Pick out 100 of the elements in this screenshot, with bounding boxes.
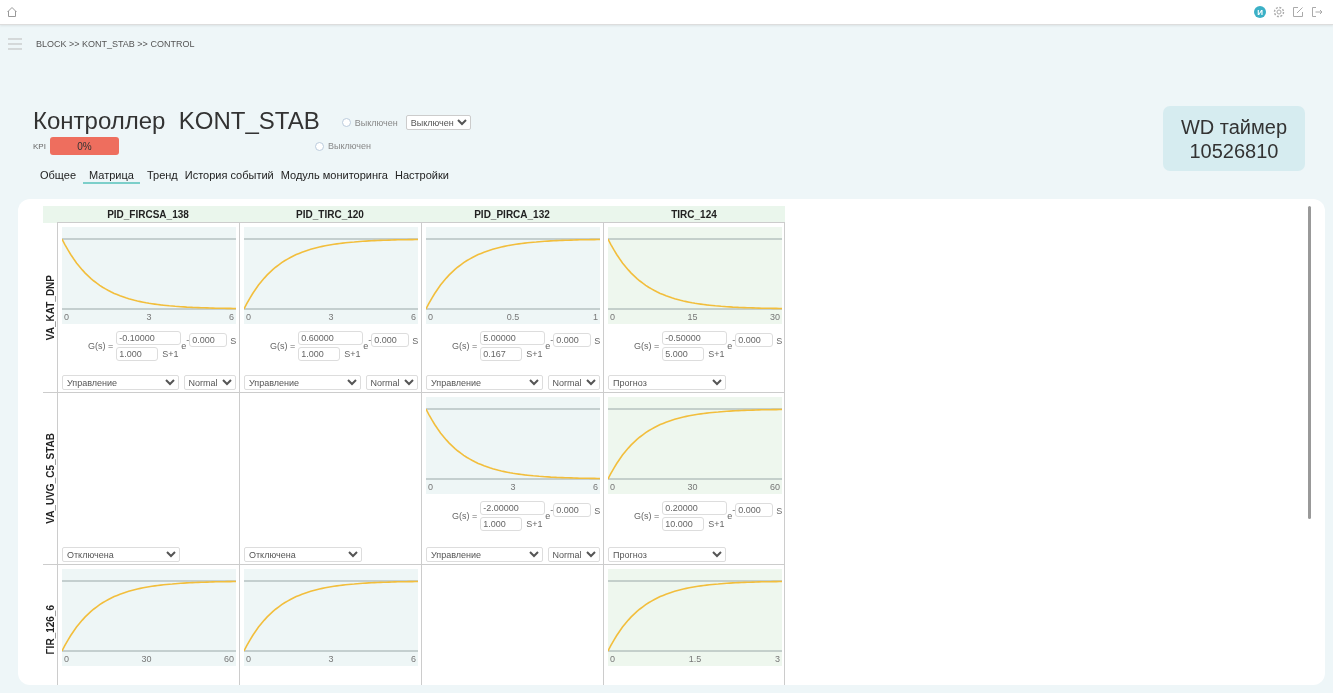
formula-text: e xyxy=(727,341,733,351)
settings-icon[interactable] xyxy=(1273,6,1285,18)
formula-text: S+1 xyxy=(344,349,361,359)
formula-text: S+1 xyxy=(708,519,725,529)
formula-text: S xyxy=(230,336,237,346)
row-header: ΓIR_126_6 xyxy=(44,605,56,655)
formula-text: - xyxy=(732,335,736,345)
delay-field[interactable]: 0.000 xyxy=(553,503,592,517)
wd-timer-value: 10526810 xyxy=(1189,138,1279,163)
column-header: PID_PIRCA_132 xyxy=(421,206,603,223)
formula-text: - xyxy=(550,335,554,345)
time-constant-field[interactable]: 1.000 xyxy=(480,517,523,531)
signal-dropdown[interactable]: Normal xyxy=(547,375,600,390)
axis-tick-label: 60 xyxy=(769,482,780,492)
axis-tick-label: 6 xyxy=(592,482,598,492)
gain-field[interactable]: -0.10000 xyxy=(116,331,182,345)
axis-tick-label: 3 xyxy=(774,654,780,664)
gain-field[interactable]: 5.00000 xyxy=(480,331,546,345)
mode-dropdown[interactable]: Отключена xyxy=(62,547,180,562)
tab[interactable]: Общее xyxy=(40,167,77,184)
mode-dropdown[interactable]: Управление xyxy=(62,375,179,390)
mode-dropdown[interactable]: Управление xyxy=(426,547,543,562)
formula-label: G(s) = xyxy=(634,511,660,521)
axis-tick-label: 30 xyxy=(141,654,152,664)
formula-text: S+1 xyxy=(708,349,725,359)
time-constant-field[interactable]: 0.167 xyxy=(480,347,523,361)
mode-dropdown[interactable]: Управление xyxy=(244,375,361,390)
mode-dropdown[interactable]: Управление xyxy=(426,375,543,390)
delay-field[interactable]: 0.000 xyxy=(189,333,228,347)
formula-label: G(s) = xyxy=(88,341,114,351)
axis-tick-label: 0 xyxy=(610,482,615,492)
signal-dropdown[interactable]: Normal xyxy=(183,375,236,390)
axis-tick-label: 0.5 xyxy=(506,312,520,322)
menu-icon[interactable] xyxy=(8,38,22,50)
formula-text: - xyxy=(550,505,554,515)
formula-label: G(s) = xyxy=(634,341,660,351)
scrollbar[interactable] xyxy=(1308,206,1311,519)
gain-field[interactable]: 0.60000 xyxy=(298,331,364,345)
axis-tick-label: 3 xyxy=(146,312,152,322)
kpi-label: KPI xyxy=(33,141,47,151)
formula-text: S xyxy=(412,336,419,346)
gain-field[interactable]: -0.50000 xyxy=(662,331,728,345)
home-icon[interactable] xyxy=(6,6,18,18)
formula-text: e xyxy=(727,511,733,521)
axis-tick-label: 60 xyxy=(223,654,234,664)
formula-label: G(s) = xyxy=(452,341,478,351)
axis-tick-label: 0 xyxy=(64,654,69,664)
axis-tick-label: 0 xyxy=(246,654,251,664)
column-header: TIRC_124 xyxy=(603,206,785,223)
tab[interactable]: Настройки xyxy=(394,167,449,184)
delay-field[interactable]: 0.000 xyxy=(371,333,410,347)
time-constant-field[interactable]: 5.000 xyxy=(662,347,705,361)
delay-field[interactable]: 0.000 xyxy=(735,503,774,517)
signal-dropdown[interactable]: Normal xyxy=(365,375,418,390)
formula-text: S+1 xyxy=(526,519,543,529)
axis-tick-label: 6 xyxy=(410,312,416,322)
formula-text: S xyxy=(594,336,601,346)
header-corner xyxy=(43,206,57,223)
axis-tick-label: 0 xyxy=(610,654,615,664)
tab[interactable]: История событий xyxy=(184,167,274,184)
edit-icon[interactable] xyxy=(1292,6,1304,18)
time-constant-field[interactable]: 1.000 xyxy=(298,347,341,361)
logout-icon[interactable] xyxy=(1311,6,1323,18)
tab[interactable]: Матрица xyxy=(83,167,140,184)
radio-button[interactable] xyxy=(315,141,324,151)
axis-tick-label: 6 xyxy=(410,654,416,664)
axis-tick-label: 3 xyxy=(510,482,516,492)
axis-tick-label: 30 xyxy=(687,482,698,492)
mode-dropdown[interactable]: Прогноз xyxy=(608,375,726,390)
axis-tick-label: 3 xyxy=(328,654,334,664)
formula-label: G(s) = xyxy=(452,511,478,521)
delay-field[interactable]: 0.000 xyxy=(735,333,774,347)
radio-button[interactable] xyxy=(341,118,351,127)
row-header: VA_KAT_DNP xyxy=(44,274,56,341)
formula-text: e xyxy=(363,341,369,351)
state-dropdown[interactable]: Выключен xyxy=(405,115,471,130)
tab[interactable]: Модуль мониторинга xyxy=(280,167,388,184)
formula-text: S+1 xyxy=(526,349,543,359)
kpi-badge: 0% xyxy=(50,137,119,155)
axis-tick-label: 0 xyxy=(428,312,433,322)
column-header: PID_FIRCSA_138 xyxy=(57,206,239,223)
column-header: PID_TIRC_120 xyxy=(239,206,421,223)
time-constant-field[interactable]: 10.000 xyxy=(662,517,705,531)
formula-text: - xyxy=(368,335,372,345)
axis-tick-label: 1 xyxy=(592,312,598,322)
wd-timer-label: WD таймер xyxy=(1180,114,1288,139)
axis-tick-label: 15 xyxy=(687,312,698,322)
gain-field[interactable]: 0.20000 xyxy=(662,501,728,515)
delay-field[interactable]: 0.000 xyxy=(553,333,592,347)
signal-dropdown[interactable]: Normal xyxy=(547,547,600,562)
time-constant-field[interactable]: 1.000 xyxy=(116,347,159,361)
axis-tick-label: 1.5 xyxy=(688,654,702,664)
formula-text: S xyxy=(594,506,601,516)
formula-text: S xyxy=(776,506,783,516)
axis-tick-label: 0 xyxy=(246,312,251,322)
formula-text: - xyxy=(732,505,736,515)
gain-field[interactable]: -2.00000 xyxy=(480,501,546,515)
tab[interactable]: Тренд xyxy=(146,167,178,184)
mode-dropdown[interactable]: Прогноз xyxy=(608,547,726,562)
mode-dropdown[interactable]: Отключена xyxy=(244,547,362,562)
